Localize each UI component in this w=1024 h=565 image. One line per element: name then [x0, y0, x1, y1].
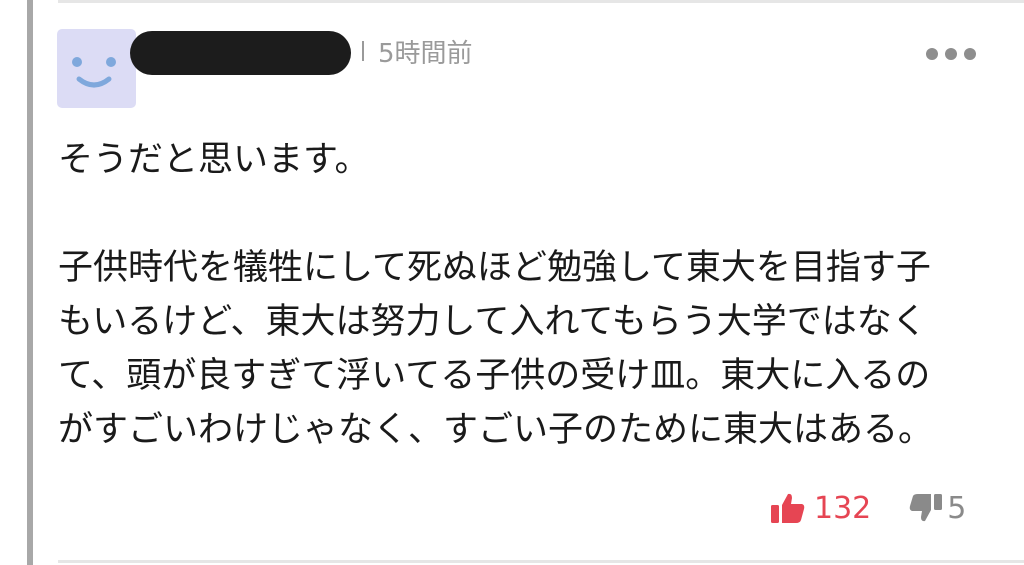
comment-line: がすごいわけじゃなく、すごい子のために東大はある。: [58, 410, 934, 450]
comment-card: 5時間前 そうだと思います。 子供時代を犠牲にして死ぬほど勉強して東大を目指す子…: [0, 0, 1024, 565]
dislike-count: 5: [947, 490, 967, 526]
like-count: 132: [814, 490, 872, 526]
comment-line: そうだと思います。: [58, 140, 370, 180]
more-dot: [945, 48, 957, 60]
more-dot: [926, 48, 938, 60]
comment-line: て、頭が良すぎて浮いてる子供の受け皿。東大に入るの: [58, 356, 931, 396]
timestamp: 5時間前: [378, 38, 473, 69]
more-dots-icon[interactable]: [926, 44, 976, 64]
dislike-button[interactable]: 5: [909, 491, 966, 526]
username-redaction: [130, 31, 351, 75]
thumbs-up-icon: [771, 493, 805, 523]
more-dot: [964, 48, 976, 60]
thumbs-down-icon: [910, 494, 943, 522]
comment-meta: 5時間前: [362, 31, 473, 71]
reaction-bar: 132 5: [770, 488, 966, 528]
comment-line: 子供時代を犠牲にして死ぬほど勉強して東大を目指す子: [58, 248, 931, 288]
meta-separator: [362, 41, 364, 61]
smiley-face-icon: [72, 57, 116, 88]
comment-body: そうだと思います。 子供時代を犠牲にして死ぬほど勉強して東大を目指す子 もいるけ…: [58, 133, 993, 457]
thread-indent-rule: [27, 0, 33, 565]
avatar[interactable]: [57, 29, 136, 108]
comment-line: もいるけど、東大は努力して入れてもらう大学ではなく: [58, 302, 927, 342]
like-button[interactable]: 132: [770, 491, 871, 526]
top-divider: [58, 0, 1024, 3]
bottom-divider: [58, 560, 1024, 563]
